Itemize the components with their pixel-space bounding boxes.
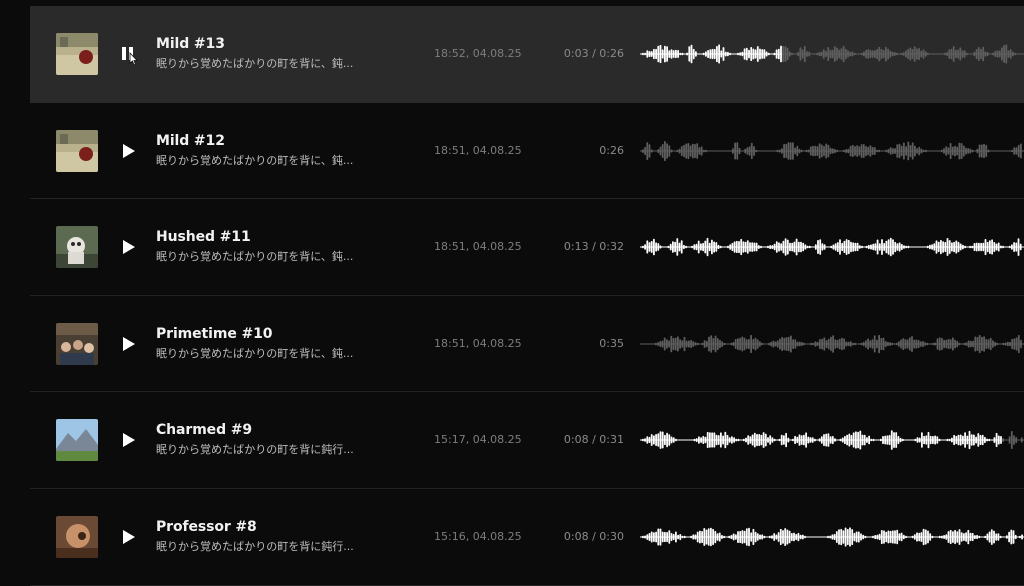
play-icon (116, 332, 140, 356)
track-title[interactable]: Mild #12 (156, 133, 225, 149)
play-icon (116, 235, 140, 259)
track-timestamp: 15:17, 04.08.25 (434, 433, 522, 447)
play-button[interactable] (116, 525, 140, 549)
track-description: 眠りから覚めたばかりの町を背に鈍行... (156, 540, 354, 553)
track-title[interactable]: Hushed #11 (156, 229, 251, 245)
waveform-scrubber[interactable] (640, 420, 1024, 460)
track-duration: 0:13 / 0:32 (563, 240, 624, 254)
pause-icon (116, 42, 140, 66)
track-duration: 0:03 / 0:26 (563, 47, 624, 60)
track-duration: 0:35 (599, 336, 624, 350)
track-list: Mild #13 眠りから覚めたばかりの町を背に、鈍... 18:52, 04.08… (30, 6, 1024, 586)
track-thumbnail (56, 516, 98, 558)
track-timestamp: 18:51, 04.08.25 (434, 240, 522, 254)
track-thumbnail (56, 33, 98, 75)
track-thumbnail (56, 129, 98, 172)
play-icon (116, 139, 140, 163)
track-title[interactable]: Charmed #9 (156, 422, 252, 438)
track-description: 眠りから覚めたばかりの町を背に鈍行... (156, 443, 354, 457)
track-row[interactable]: Mild #13 眠りから覚めたばかりの町を背に、鈍... 18:52, 04.08… (30, 6, 1024, 103)
track-description: 眠りから覚めたばかりの町を背に、鈍... (156, 153, 354, 167)
track-description: 眠りから覚めたばかりの町を背に、鈍... (156, 250, 354, 264)
track-timestamp: 18:51, 04.08.25 (434, 143, 522, 157)
play-icon (116, 525, 140, 549)
track-row[interactable]: Primetime #10 眠りから覚めたばかりの町を背に、鈍... 18:51, … (30, 296, 1024, 393)
track-thumbnail (56, 419, 98, 462)
play-button[interactable] (116, 332, 140, 356)
track-description: 眠りから覚めたばかりの町を背に、鈍... (156, 346, 354, 360)
track-duration: 0:26 (599, 143, 624, 157)
play-button[interactable] (116, 139, 140, 163)
track-thumbnail (56, 226, 98, 269)
track-timestamp: 18:51, 04.08.25 (434, 336, 522, 350)
track-row[interactable]: Hushed #11 眠りから覚めたばかりの町を背に、鈍... 18:51, 04.… (30, 199, 1024, 296)
track-title[interactable]: Professor #8 (156, 519, 257, 535)
track-description: 眠りから覚めたばかりの町を背に、鈍... (156, 57, 354, 70)
track-duration: 0:08 / 0:31 (563, 433, 624, 447)
waveform-scrubber[interactable] (640, 131, 1024, 171)
track-timestamp: 18:52, 04.08.25 (434, 47, 522, 60)
waveform-scrubber[interactable] (640, 227, 1024, 267)
pause-button[interactable] (116, 42, 140, 66)
track-duration: 0:08 / 0:30 (563, 530, 624, 543)
track-title[interactable]: Mild #13 (156, 36, 225, 52)
play-button[interactable] (116, 235, 140, 259)
track-row[interactable]: Mild #12 眠りから覚めたばかりの町を背に、鈍... 18:51, 04.08… (30, 103, 1024, 200)
track-timestamp: 15:16, 04.08.25 (434, 530, 522, 543)
waveform-scrubber[interactable] (640, 517, 1024, 557)
waveform-scrubber[interactable] (640, 324, 1024, 364)
track-thumbnail (56, 322, 98, 365)
waveform-scrubber[interactable] (640, 34, 1024, 74)
track-row[interactable]: Professor #8 眠りから覚めたばかりの町を背に鈍行... 15:16, 0… (30, 489, 1024, 586)
track-row[interactable]: Charmed #9 眠りから覚めたばかりの町を背に鈍行... 15:17, 04.… (30, 392, 1024, 489)
track-title[interactable]: Primetime #10 (156, 326, 273, 342)
play-button[interactable] (116, 428, 140, 452)
play-icon (116, 428, 140, 452)
